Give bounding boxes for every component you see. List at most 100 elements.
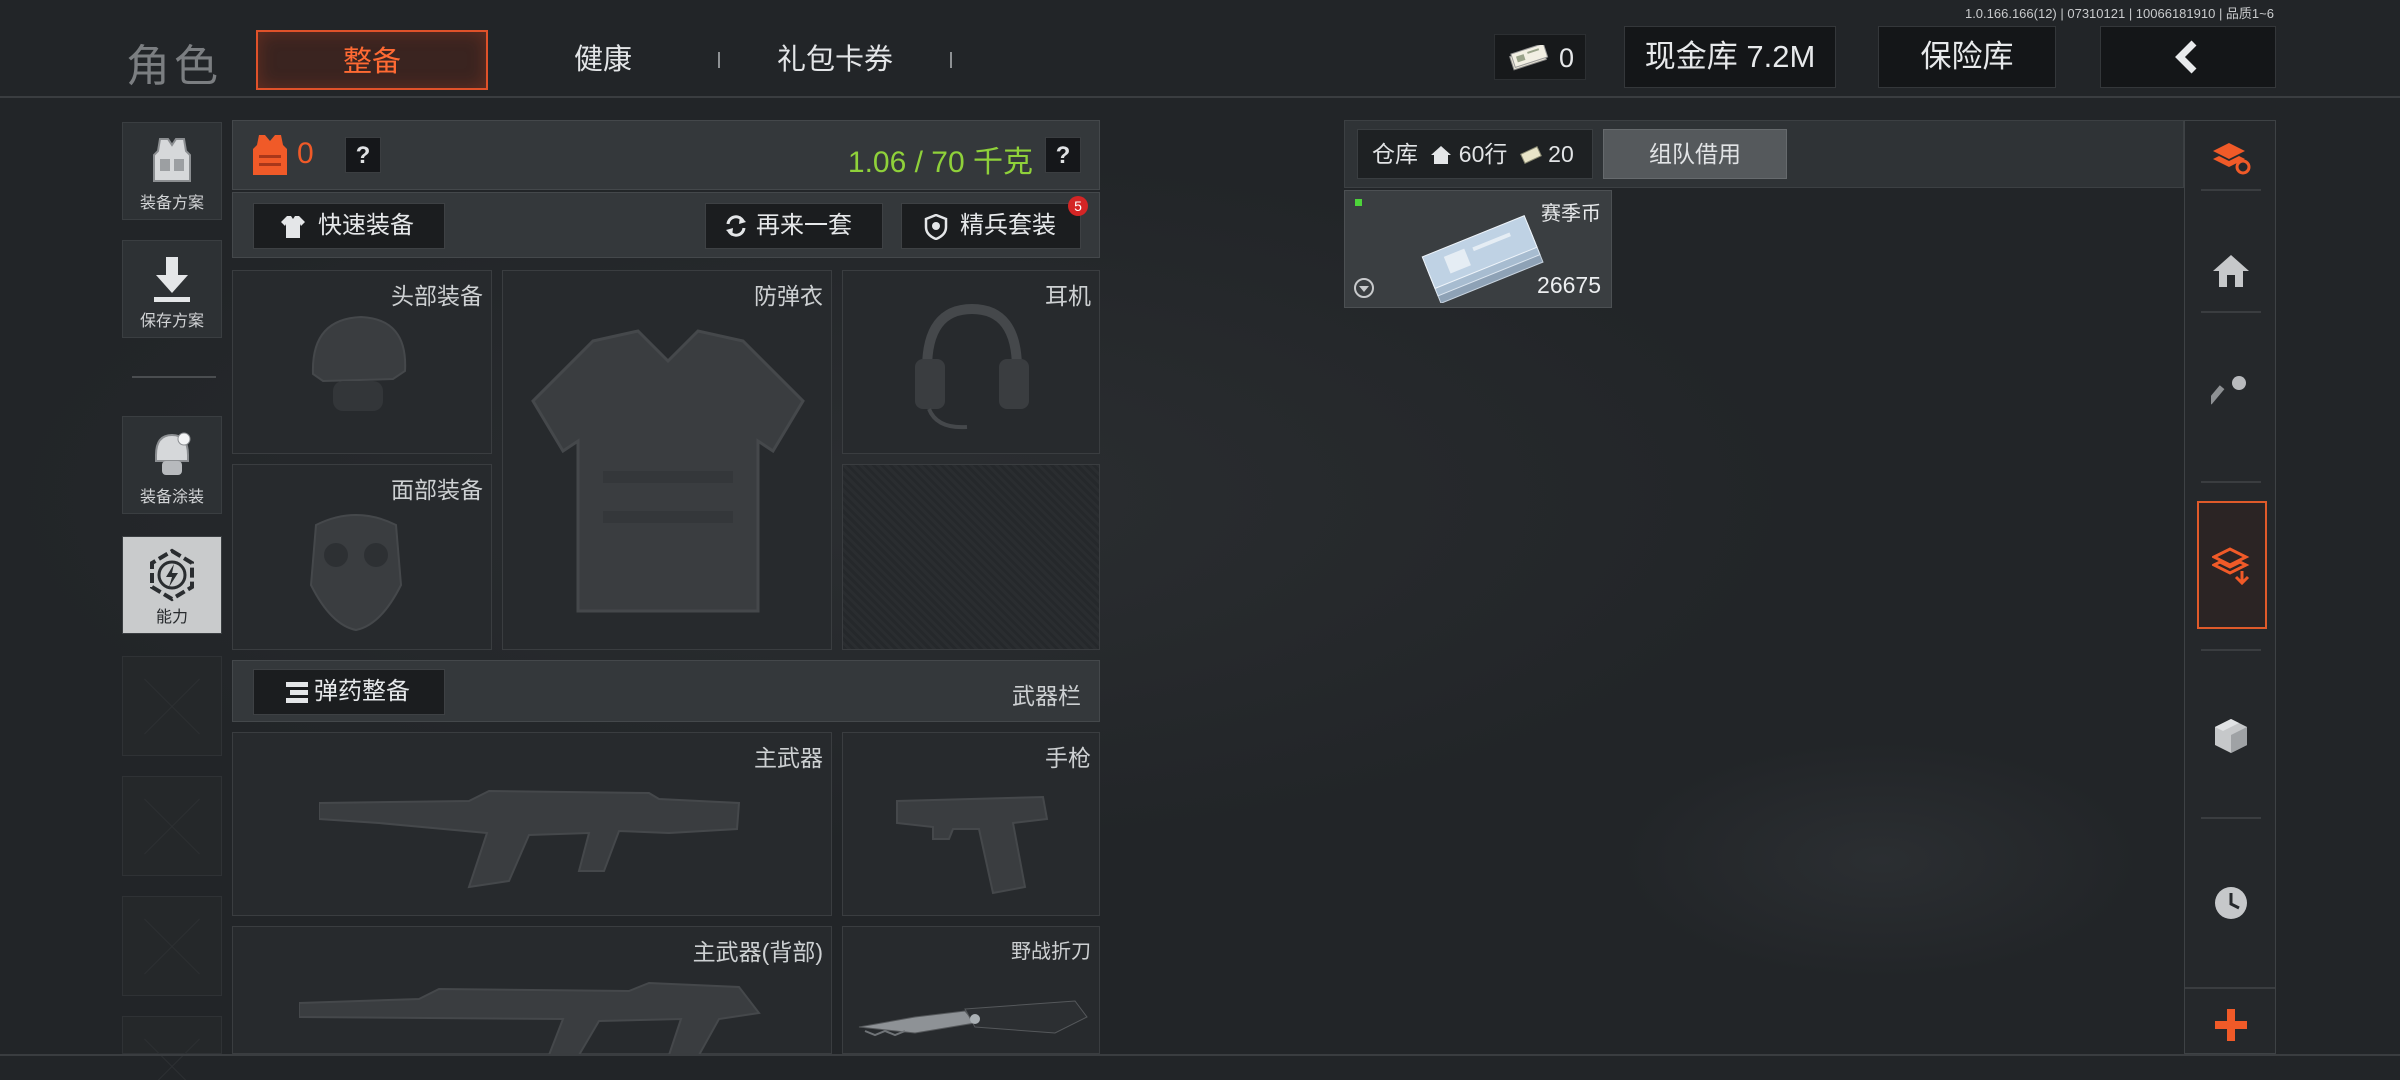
body-armor-icon — [531, 329, 805, 613]
slot-label: 手枪 — [1045, 745, 1091, 771]
version-info: 1.0.166.166(12) | 07310121 | 10066181910… — [1964, 6, 2274, 21]
save-plan-button[interactable]: 保存方案 — [122, 240, 222, 338]
slot-label: 主武器(背部) — [692, 939, 823, 965]
pistol-slot[interactable]: 手枪 — [842, 732, 1100, 916]
gas-mask-icon — [309, 514, 403, 632]
slot-label: 防弹衣 — [754, 283, 823, 309]
equip-paint-button[interactable]: 装备涂装 — [122, 416, 222, 514]
tab-gift-coupons[interactable]: 礼包卡券 — [740, 30, 930, 90]
empty-sidebar-slot — [122, 776, 222, 876]
right-toolbar — [2184, 120, 2276, 1054]
rifle-icon — [299, 981, 761, 1055]
primary-back-weapon-slot[interactable]: 主武器(背部) — [232, 926, 832, 1055]
sidebar-item-label: 装备方案 — [139, 195, 204, 212]
elite-set-label: 精兵套装 — [960, 212, 1056, 239]
box-icon[interactable] — [2211, 715, 2251, 755]
shirt-icon — [281, 216, 305, 238]
slot-label: 野战折刀 — [1011, 941, 1091, 963]
tab-health[interactable]: 健康 — [530, 30, 676, 90]
back-button[interactable] — [2100, 26, 2276, 88]
armor-vest-icon — [253, 135, 287, 175]
weight-indicator: 1.06 / 70 千克 — [847, 146, 1033, 179]
equipment-header: 0 ? 1.06 / 70 千克 ? — [232, 120, 1100, 190]
cash-count: 0 — [1559, 43, 1575, 73]
empty-sidebar-slot — [122, 1016, 222, 1054]
vest-icon — [153, 138, 191, 182]
clock-icon[interactable] — [2211, 883, 2251, 923]
safe-vault-button[interactable]: 保险库 — [1878, 26, 2056, 88]
toolbar-divider — [2201, 649, 2261, 651]
weapon-bar-label: 武器栏 — [1012, 683, 1081, 709]
body-armor-slot[interactable]: 防弹衣 — [502, 270, 832, 650]
stash-header: 仓库 60行 20行 组队借用 — [1344, 120, 2184, 215]
home-icon — [1431, 146, 1452, 164]
toolbar-divider — [2201, 189, 2261, 191]
slot-label: 面部装备 — [391, 477, 483, 503]
toolbar-divider — [2201, 311, 2261, 313]
ammo-prep-button[interactable]: 弹药整备 — [253, 669, 445, 715]
top-bar: 1.0.166.166(12) | 07310121 | 10066181910… — [0, 0, 2400, 98]
stash-tab-label: 仓库 — [1372, 141, 1418, 167]
notification-badge: 5 — [1068, 196, 1088, 216]
cash-counter[interactable]: 0 — [1494, 34, 1586, 80]
weight-help-button[interactable]: ? — [1045, 137, 1081, 173]
tab-divider — [950, 52, 952, 68]
chevron-left-icon — [2175, 40, 2197, 74]
again-button[interactable]: 再来一套 — [705, 203, 883, 249]
stash-tab[interactable]: 仓库 60行 20行 — [1357, 129, 1593, 215]
ammo-icon — [286, 682, 308, 703]
elite-set-button[interactable]: 精兵套装 5 — [901, 196, 1088, 249]
head-gear-slot[interactable]: 头部装备 — [232, 270, 492, 454]
bottom-divider — [0, 1054, 2400, 1056]
cash-vault-button[interactable]: 现金库 7.2M — [1624, 26, 1836, 88]
folding-knife-icon — [858, 1000, 1088, 1037]
money-stack-icon — [1421, 215, 1544, 303]
key-icon[interactable] — [2211, 373, 2251, 413]
item-name: 赛季币 — [1541, 203, 1601, 225]
page-title: 角色 — [126, 42, 222, 91]
face-gear-slot[interactable]: 面部装备 — [232, 464, 492, 650]
empty-sidebar-slot — [122, 896, 222, 996]
sidebar-item-label: 保存方案 — [139, 313, 204, 330]
sidebar-divider — [132, 376, 216, 378]
tab-equip[interactable]: 整备 — [256, 30, 488, 90]
item-quantity: 26675 — [1537, 272, 1601, 298]
home-icon[interactable] — [2211, 251, 2251, 291]
pistol-icon — [896, 795, 1049, 895]
download-icon — [154, 257, 190, 302]
again-label: 再来一套 — [756, 212, 852, 239]
cash-icon — [1519, 146, 1542, 164]
loadout-plan-button[interactable]: 装备方案 — [122, 122, 222, 220]
empty-sidebar-slot — [122, 656, 222, 756]
ammo-prep-label: 弹药整备 — [314, 678, 410, 705]
stash-transfer-icon — [2212, 547, 2250, 585]
empty-gear-slot[interactable] — [842, 464, 1100, 650]
ability-icon — [150, 548, 194, 602]
knife-slot[interactable]: 野战折刀 — [842, 926, 1100, 1054]
cash-icon — [1509, 45, 1549, 71]
toolbar-divider — [2201, 817, 2261, 819]
quick-equip-button[interactable]: 快速装备 — [253, 203, 445, 249]
sidebar-item-label: 能力 — [155, 609, 188, 626]
headset-slot[interactable]: 耳机 — [842, 270, 1100, 454]
primary-weapon-slot[interactable]: 主武器 — [232, 732, 832, 916]
shield-icon — [924, 214, 948, 240]
weapon-bar: 弹药整备 武器栏 — [232, 660, 1100, 722]
stash-item-season-coin[interactable]: 赛季币 26675 — [1344, 190, 1612, 308]
toolbar-divider — [2201, 481, 2261, 483]
stash-rows: 60行 — [1458, 141, 1508, 167]
secure-icon — [1354, 278, 1374, 298]
quick-action-bar: 快速装备 再来一套 精兵套装 5 — [232, 192, 1100, 258]
team-borrow-tab[interactable]: 组队借用 — [1603, 129, 1787, 179]
plus-icon[interactable] — [2211, 1005, 2251, 1045]
rifle-icon — [319, 789, 741, 889]
tab-divider — [718, 52, 720, 68]
ability-button[interactable]: 能力 — [122, 536, 222, 634]
new-item-indicator — [1355, 199, 1362, 206]
headset-icon — [915, 303, 1029, 430]
sidebar-item-label: 装备涂装 — [139, 489, 204, 506]
layers-refresh-icon[interactable] — [2211, 137, 2251, 177]
help-button[interactable]: ? — [345, 137, 381, 173]
helmet-paint-icon — [155, 432, 191, 475]
stash-transfer-button[interactable] — [2197, 501, 2267, 629]
